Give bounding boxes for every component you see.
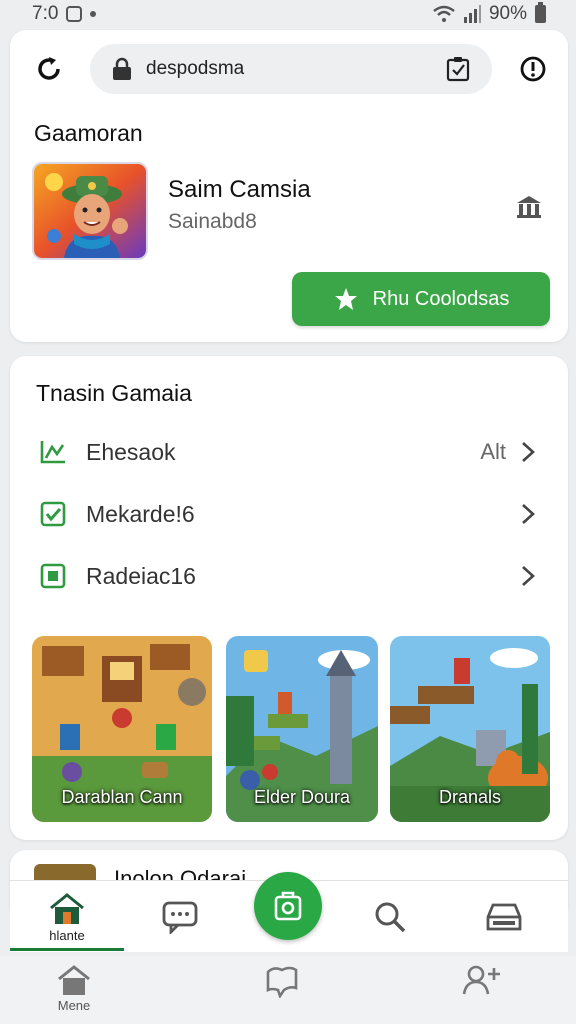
clock: 7:0 xyxy=(32,3,59,24)
app-name: Saim Camsia xyxy=(168,176,311,203)
chevron-right-icon xyxy=(522,566,535,586)
dot-icon xyxy=(90,11,97,17)
menu-item-label: Radeiac16 xyxy=(86,562,196,589)
chart-icon xyxy=(38,437,68,467)
inbox-icon xyxy=(486,903,522,931)
sys-tab-map[interactable] xyxy=(262,964,302,998)
search-icon xyxy=(375,902,406,933)
chat-icon xyxy=(162,901,198,934)
signal-icon xyxy=(463,5,481,23)
tab-inbox[interactable] xyxy=(464,881,544,953)
url-bar[interactable]: despodsma xyxy=(90,44,492,94)
sys-tab-people[interactable] xyxy=(460,964,504,996)
install-label: Rhu Coolodsas xyxy=(372,287,510,310)
menu-item-label: Ehesaok xyxy=(86,438,176,465)
notification-icon xyxy=(66,6,83,22)
trending-section-title: Tnasin Gamaia xyxy=(36,380,192,406)
camera-button[interactable] xyxy=(254,872,322,940)
check-square-icon xyxy=(38,499,68,529)
featured-card: despodsma Gaamoran Saim Camsia Sainabd8 xyxy=(10,30,568,342)
game-tile[interactable]: Darablan Cann xyxy=(32,636,212,822)
battery-icon xyxy=(535,2,546,23)
battery-text: 90% xyxy=(488,3,527,24)
map-icon xyxy=(266,966,298,998)
menu-item-chart[interactable]: Ehesaok Alt xyxy=(10,424,568,480)
game-caption: Elder Doura xyxy=(253,787,351,807)
tab-label: Mene xyxy=(57,998,91,1013)
url-text: despodsma xyxy=(146,58,245,79)
menu-item-value: Alt xyxy=(480,439,506,464)
game-caption: Dranals xyxy=(438,787,502,807)
bank-icon[interactable] xyxy=(514,192,544,222)
home-icon xyxy=(50,892,84,924)
tab-label: hlante xyxy=(49,927,85,943)
menu-item-square[interactable]: Radeiac16 xyxy=(10,548,568,604)
lock-icon xyxy=(113,57,131,80)
game-tile[interactable]: Dranals xyxy=(390,636,550,822)
app-thumbnail[interactable] xyxy=(32,162,148,260)
status-bar: 7:0 90% xyxy=(0,0,576,28)
sys-tab-home[interactable]: Mene xyxy=(52,964,96,1013)
app-subtitle: Sainabd8 xyxy=(168,210,257,233)
chevron-right-icon xyxy=(522,442,535,462)
game-tile[interactable]: Elder Doura xyxy=(226,636,378,822)
star-icon xyxy=(334,288,357,310)
camera-icon xyxy=(274,891,302,921)
active-tab-indicator xyxy=(10,948,124,951)
game-caption: Darablan Cann xyxy=(61,787,183,807)
square-icon xyxy=(38,561,68,591)
install-button[interactable]: Rhu Coolodsas xyxy=(292,272,550,326)
tab-search[interactable] xyxy=(350,881,430,953)
featured-section-title: Gaamoran xyxy=(34,120,143,146)
alert-icon[interactable] xyxy=(516,52,550,86)
people-icon xyxy=(462,965,500,995)
system-bottom-nav: Mene xyxy=(0,956,576,1024)
wifi-icon xyxy=(433,5,455,22)
reload-icon[interactable] xyxy=(32,52,66,86)
home-icon xyxy=(58,965,90,995)
chevron-right-icon xyxy=(522,504,535,524)
menu-item-check[interactable]: Mekarde!6 xyxy=(10,486,568,542)
menu-item-label: Mekarde!6 xyxy=(86,500,195,527)
tab-chat[interactable] xyxy=(140,881,220,953)
tab-home[interactable]: hlante xyxy=(10,881,124,953)
clipboard-check-icon[interactable] xyxy=(446,56,470,82)
